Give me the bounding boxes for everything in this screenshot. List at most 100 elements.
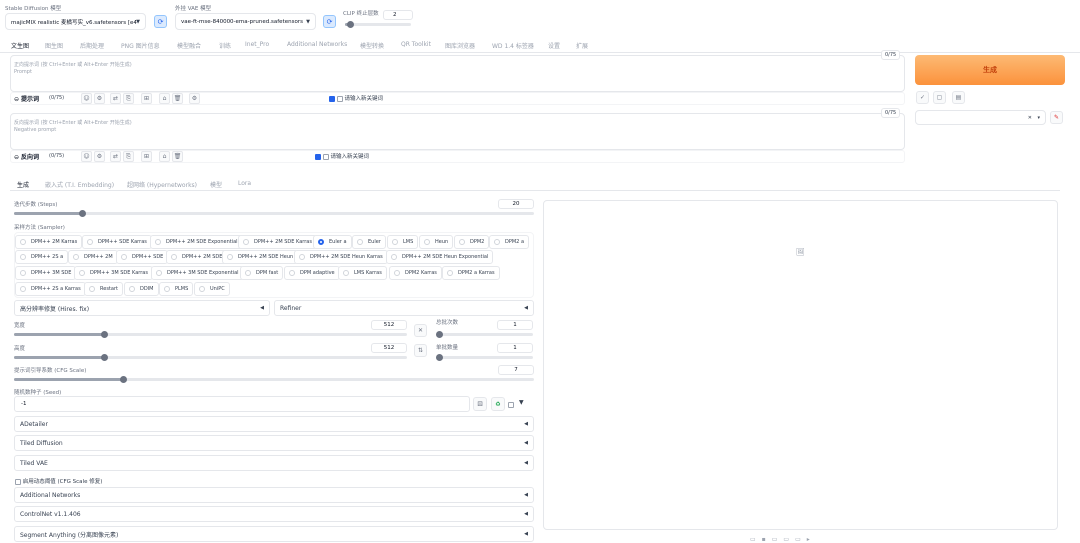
batch-count-slider[interactable] (436, 331, 533, 338)
sampler-option[interactable]: DPM++ 3M SDE Karras (74, 266, 153, 280)
tab-png-info[interactable]: PNG 图片信息 (121, 41, 160, 50)
negative-section-header[interactable]: ⊖ 反向词 (14, 152, 39, 161)
sampler-option[interactable]: DPM++ SDE (116, 250, 169, 264)
copy-button[interactable]: ⎘ (123, 151, 134, 162)
sampler-option[interactable]: DPM fast (240, 266, 284, 280)
sampler-option[interactable]: DPM2 a (489, 235, 530, 249)
tiled-vae-accordion[interactable]: Tiled VAE ◀ (14, 455, 534, 471)
tiled-diffusion-accordion[interactable]: Tiled Diffusion ◀ (14, 435, 534, 451)
steps-slider[interactable] (14, 210, 534, 217)
sampler-option[interactable]: LMS (387, 235, 419, 249)
save-button[interactable]: ⌂ (159, 151, 170, 162)
random-seed-button[interactable]: ⚄ (473, 397, 487, 411)
width-slider[interactable] (14, 331, 407, 338)
translate-button[interactable]: ⇄ (110, 93, 121, 104)
height-value[interactable]: 512 (371, 343, 407, 353)
tab-extensions[interactable]: 扩展 (576, 41, 588, 50)
sampler-option[interactable]: DPM++ 2M SDE Heun Exponential (386, 250, 494, 264)
delete-button[interactable]: 🗑 (172, 93, 183, 104)
tab-qr-toolkit[interactable]: QR Toolkit (401, 41, 431, 48)
tab-image-browser[interactable]: 图库浏览器 (445, 41, 475, 50)
tab-model-converter[interactable]: 模型转换 (360, 41, 384, 50)
sampler-option[interactable]: DDIM (124, 282, 159, 296)
controlnet-accordion[interactable]: ControlNet v1.1.406 ◀ (14, 506, 534, 522)
adetailer-accordion[interactable]: ADetailer ◀ (14, 416, 534, 432)
extra-seed-checkbox[interactable] (508, 401, 514, 408)
sampler-option-selected[interactable]: Euler a (313, 235, 352, 249)
sd-model-select[interactable]: majicMIX realistic 麦橘写实_v6.safetensors [… (5, 13, 146, 30)
tab-train[interactable]: 训练 (219, 41, 231, 50)
checkbox-icon[interactable] (329, 95, 335, 102)
batch-size-slider[interactable] (436, 354, 533, 361)
sampler-option[interactable]: DPM++ 2M SDE Karras (238, 235, 317, 249)
send-extras-icon[interactable]: ▸ (807, 536, 810, 543)
aspect-ratio-button[interactable]: ⇅ (414, 344, 427, 357)
settings-button[interactable]: ⚙ (94, 151, 105, 162)
delete-button[interactable]: 🗑 (172, 151, 183, 162)
width-value[interactable]: 512 (371, 320, 407, 330)
send-inpaint-icon[interactable]: ▭ (795, 536, 801, 543)
batch-size-value[interactable]: 1 (497, 343, 533, 353)
hires-fix-accordion[interactable]: 高分辨率修复 (Hires. fix) ◀ (14, 300, 270, 316)
tab-wd14-tagger[interactable]: WD 1.4 标签器 (492, 41, 534, 50)
tab-img2img[interactable]: 图生图 (45, 41, 63, 50)
subtab-hypernetworks[interactable]: 超网络 (Hypernetworks) (127, 180, 197, 189)
prompt-section-header[interactable]: ⊖ 提示词 (14, 94, 39, 103)
send-img2img-icon[interactable]: ▭ (783, 536, 789, 543)
slider-handle[interactable] (120, 376, 128, 383)
history-button[interactable]: ⊞ (141, 93, 152, 104)
sampler-option[interactable]: DPM++ 2M SDE Exponential (150, 235, 243, 249)
dynamic-threshold-toggle[interactable]: 启用动态阈值 (CFG Scale 修复) (15, 477, 102, 485)
apply-style-button[interactable]: ✓ (916, 91, 929, 104)
generate-button[interactable]: 生成 (915, 55, 1065, 85)
prompt-keyword-toggle[interactable]: 请输入新关键词 (329, 94, 383, 102)
subtab-generation[interactable]: 生成 (17, 180, 29, 189)
sampler-option[interactable]: DPM++ 2M SDE Heun Karras (294, 250, 388, 264)
tab-checkpoint-merger[interactable]: 模型融合 (177, 41, 201, 50)
cfg-scale-slider[interactable] (14, 376, 534, 383)
prompt-input[interactable]: 正向提示词 (按 Ctrl+Enter 或 Alt+Enter 开始生成) Pr… (10, 55, 905, 92)
extra-settings-button[interactable]: ⚙ (189, 93, 200, 104)
edit-styles-button[interactable]: ✎ (1050, 111, 1063, 124)
sampler-option[interactable]: LMS Karras (338, 266, 387, 280)
refresh-vae-button[interactable]: ⟳ (323, 15, 336, 28)
tab-additional-networks[interactable]: Additional Networks (287, 41, 347, 48)
cfg-scale-value[interactable]: 7 (498, 365, 534, 375)
slider-handle[interactable] (78, 210, 86, 217)
paste-button[interactable]: ▢ (933, 91, 946, 104)
sampler-option[interactable]: DPM adaptive (284, 266, 340, 280)
seed-input[interactable]: -1 (14, 396, 470, 412)
subtab-models[interactable]: 模型 (210, 180, 222, 189)
tab-inet-pro[interactable]: Inet_Pro (245, 41, 269, 48)
sampler-option[interactable]: DPM++ 2M Karras (15, 235, 83, 249)
checkbox-icon[interactable] (508, 401, 514, 408)
sampler-option[interactable]: UniPC (194, 282, 230, 296)
refiner-accordion[interactable]: Refiner ◀ (274, 300, 534, 316)
sampler-option[interactable]: DPM++ 2S a Karras (15, 282, 86, 296)
sampler-option[interactable]: Euler (352, 235, 386, 249)
subtab-lora[interactable]: Lora (238, 180, 251, 187)
tab-txt2img[interactable]: 文生图 (11, 41, 29, 50)
additional-networks-accordion[interactable]: Additional Networks ◀ (14, 487, 534, 503)
negative-keyword-toggle[interactable]: 请输入新关键词 (315, 152, 369, 160)
sampler-option[interactable]: PLMS (159, 282, 194, 296)
emoji-button[interactable]: ☺ (81, 93, 92, 104)
save-button[interactable]: ⌂ (159, 93, 170, 104)
batch-count-value[interactable]: 1 (497, 320, 533, 330)
sampler-option[interactable]: DPM++ 2S a (15, 250, 69, 264)
slider-handle[interactable] (101, 331, 109, 338)
folder-icon[interactable]: ▭ (750, 536, 756, 543)
zip-icon[interactable]: ▭ (772, 536, 778, 543)
clip-skip-slider[interactable] (345, 21, 411, 28)
subtab-embedding[interactable]: 嵌入式 (T.I. Embedding) (45, 180, 114, 189)
checkbox-icon[interactable] (322, 153, 329, 160)
output-gallery[interactable]: 🖼 (543, 200, 1058, 530)
copy-button[interactable]: ⎘ (123, 93, 134, 104)
sampler-option[interactable]: Heun (419, 235, 454, 249)
save-icon[interactable]: ▪ (762, 536, 766, 543)
translate-button[interactable]: ⇄ (110, 151, 121, 162)
slider-handle[interactable] (101, 354, 109, 361)
emoji-button[interactable]: ☺ (81, 151, 92, 162)
slider-handle[interactable] (436, 354, 443, 361)
close-icon[interactable]: ✕ (1028, 115, 1032, 121)
